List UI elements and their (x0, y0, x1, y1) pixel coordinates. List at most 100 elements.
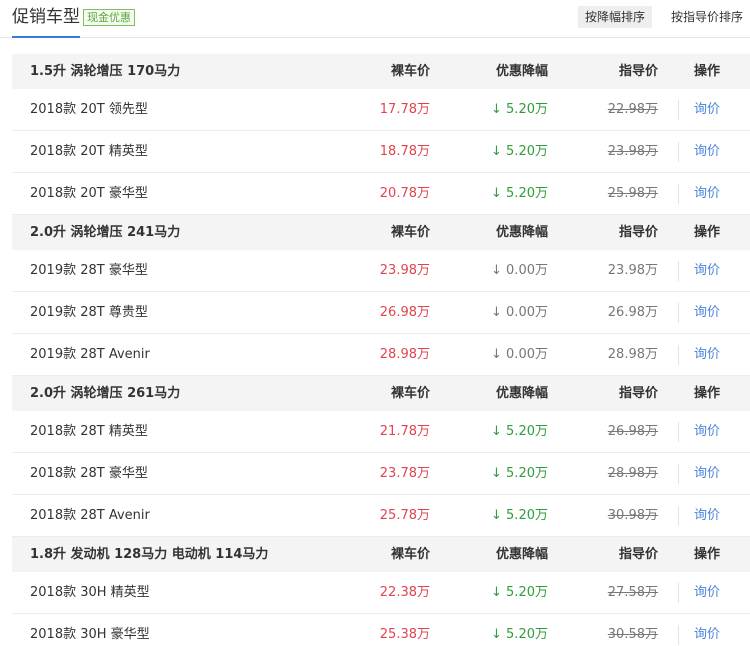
bare-price: 23.78万 (379, 466, 430, 481)
inquire-price-link[interactable]: 询价 (694, 453, 720, 495)
promo-model-list: 1.5升 涡轮增压 170马力 裸车价 优惠降幅 指导价 操作 2018款 20T 领先型… (12, 54, 750, 646)
column-header-discount: 优惠降幅 (495, 225, 548, 240)
column-header-guide-price: 指导价 (618, 386, 658, 401)
inquire-price-link[interactable]: 询价 (694, 411, 720, 453)
guide-price: 30.98万 (607, 508, 658, 523)
discount-amount: ↓ 5.20万 (491, 186, 548, 201)
model-name: 2019款 28T Avenir (30, 347, 150, 362)
model-row: 2019款 28T Avenir 28.98万 ↓ 0.00万 28.98万 询价 (12, 334, 750, 376)
column-divider (678, 583, 679, 603)
engine-group-header: 2.0升 涡轮增压 261马力 裸车价 优惠降幅 指导价 操作 (12, 376, 750, 411)
guide-price: 27.58万 (607, 585, 658, 600)
column-divider (678, 303, 679, 323)
column-divider (678, 261, 679, 281)
model-name: 2018款 28T 豪华型 (30, 466, 148, 481)
inquire-price-link[interactable]: 询价 (694, 250, 720, 292)
column-divider (678, 184, 679, 204)
bare-price: 21.78万 (379, 424, 430, 439)
model-row: 2018款 20T 豪华型 20.78万 ↓ 5.20万 25.98万 询价 (12, 173, 750, 215)
model-row: 2018款 28T Avenir 25.78万 ↓ 5.20万 30.98万 询价 (12, 495, 750, 537)
inquire-price-link[interactable]: 询价 (694, 131, 720, 173)
column-header-discount: 优惠降幅 (495, 386, 548, 401)
promo-header: 促销车型 现金优惠 按降幅排序 按指导价排序 (0, 0, 750, 38)
model-row: 2018款 30H 精英型 22.38万 ↓ 5.20万 27.58万 询价 (12, 572, 750, 614)
model-name: 2019款 28T 尊贵型 (30, 305, 148, 320)
model-name: 2018款 30H 精英型 (30, 585, 150, 600)
sort-by-guide-price-button[interactable]: 按指导价排序 (664, 6, 750, 28)
column-divider (678, 100, 679, 120)
column-header-bare-price: 裸车价 (390, 547, 430, 562)
engine-group-header: 1.8升 发动机 128马力 电动机 114马力 裸车价 优惠降幅 指导价 操作 (12, 537, 750, 572)
guide-price: 28.98万 (607, 466, 658, 481)
engine-group-title: 2.0升 涡轮增压 241马力 (30, 225, 181, 240)
inquire-price-link[interactable]: 询价 (694, 173, 720, 215)
bare-price: 22.38万 (379, 585, 430, 600)
model-name: 2018款 28T Avenir (30, 508, 150, 523)
column-divider (678, 422, 679, 442)
column-header-discount: 优惠降幅 (495, 64, 548, 79)
model-name: 2018款 28T 精英型 (30, 424, 148, 439)
column-header-operation: 操作 (694, 225, 721, 240)
discount-amount: ↓ 5.20万 (491, 627, 548, 642)
model-name: 2018款 20T 精英型 (30, 144, 148, 159)
tab-promo-models[interactable]: 促销车型 (12, 6, 80, 38)
column-header-guide-price: 指导价 (618, 547, 658, 562)
model-name: 2018款 20T 豪华型 (30, 186, 148, 201)
model-row: 2018款 20T 领先型 17.78万 ↓ 5.20万 22.98万 询价 (12, 89, 750, 131)
guide-price: 25.98万 (607, 186, 658, 201)
discount-amount: ↓ 0.00万 (491, 347, 548, 362)
model-row: 2019款 28T 豪华型 23.98万 ↓ 0.00万 23.98万 询价 (12, 250, 750, 292)
column-divider (678, 345, 679, 365)
discount-amount: ↓ 0.00万 (491, 305, 548, 320)
guide-price: 26.98万 (607, 305, 658, 320)
column-header-bare-price: 裸车价 (390, 225, 430, 240)
bare-price: 23.98万 (379, 263, 430, 278)
model-name: 2018款 30H 豪华型 (30, 627, 150, 642)
engine-group-header: 1.5升 涡轮增压 170马力 裸车价 优惠降幅 指导价 操作 (12, 54, 750, 89)
column-header-bare-price: 裸车价 (390, 64, 430, 79)
model-row: 2018款 28T 精英型 21.78万 ↓ 5.20万 26.98万 询价 (12, 411, 750, 453)
bare-price: 20.78万 (379, 186, 430, 201)
column-header-operation: 操作 (694, 547, 721, 562)
model-name: 2018款 20T 领先型 (30, 102, 148, 117)
column-header-guide-price: 指导价 (618, 64, 658, 79)
engine-group-title: 1.8升 发动机 128马力 电动机 114马力 (30, 547, 269, 562)
inquire-price-link[interactable]: 询价 (694, 572, 720, 614)
discount-amount: ↓ 5.20万 (491, 424, 548, 439)
cash-discount-badge: 现金优惠 (83, 9, 135, 26)
column-divider (678, 506, 679, 526)
inquire-price-link[interactable]: 询价 (694, 292, 720, 334)
bare-price: 28.98万 (379, 347, 430, 362)
guide-price: 26.98万 (607, 424, 658, 439)
guide-price: 23.98万 (607, 144, 658, 159)
inquire-price-link[interactable]: 询价 (694, 334, 720, 376)
column-header-bare-price: 裸车价 (390, 386, 430, 401)
model-row: 2019款 28T 尊贵型 26.98万 ↓ 0.00万 26.98万 询价 (12, 292, 750, 334)
column-divider (678, 142, 679, 162)
discount-amount: ↓ 5.20万 (491, 466, 548, 481)
engine-group-header: 2.0升 涡轮增压 241马力 裸车价 优惠降幅 指导价 操作 (12, 215, 750, 250)
inquire-price-link[interactable]: 询价 (694, 614, 720, 646)
guide-price: 28.98万 (607, 347, 658, 362)
column-header-guide-price: 指导价 (618, 225, 658, 240)
model-name: 2019款 28T 豪华型 (30, 263, 148, 278)
inquire-price-link[interactable]: 询价 (694, 89, 720, 131)
discount-amount: ↓ 0.00万 (491, 263, 548, 278)
discount-amount: ↓ 5.20万 (491, 144, 548, 159)
discount-amount: ↓ 5.20万 (491, 102, 548, 117)
column-header-operation: 操作 (694, 386, 721, 401)
model-row: 2018款 20T 精英型 18.78万 ↓ 5.20万 23.98万 询价 (12, 131, 750, 173)
bare-price: 17.78万 (379, 102, 430, 117)
bare-price: 25.78万 (379, 508, 430, 523)
bare-price: 26.98万 (379, 305, 430, 320)
guide-price: 30.58万 (607, 627, 658, 642)
inquire-price-link[interactable]: 询价 (694, 495, 720, 537)
guide-price: 22.98万 (607, 102, 658, 117)
engine-group-title: 1.5升 涡轮增压 170马力 (30, 64, 181, 79)
sort-by-discount-button[interactable]: 按降幅排序 (578, 6, 653, 28)
model-row: 2018款 30H 豪华型 25.38万 ↓ 5.20万 30.58万 询价 (12, 614, 750, 646)
column-divider (678, 464, 679, 484)
discount-amount: ↓ 5.20万 (491, 508, 548, 523)
guide-price: 23.98万 (607, 263, 658, 278)
bare-price: 25.38万 (379, 627, 430, 642)
